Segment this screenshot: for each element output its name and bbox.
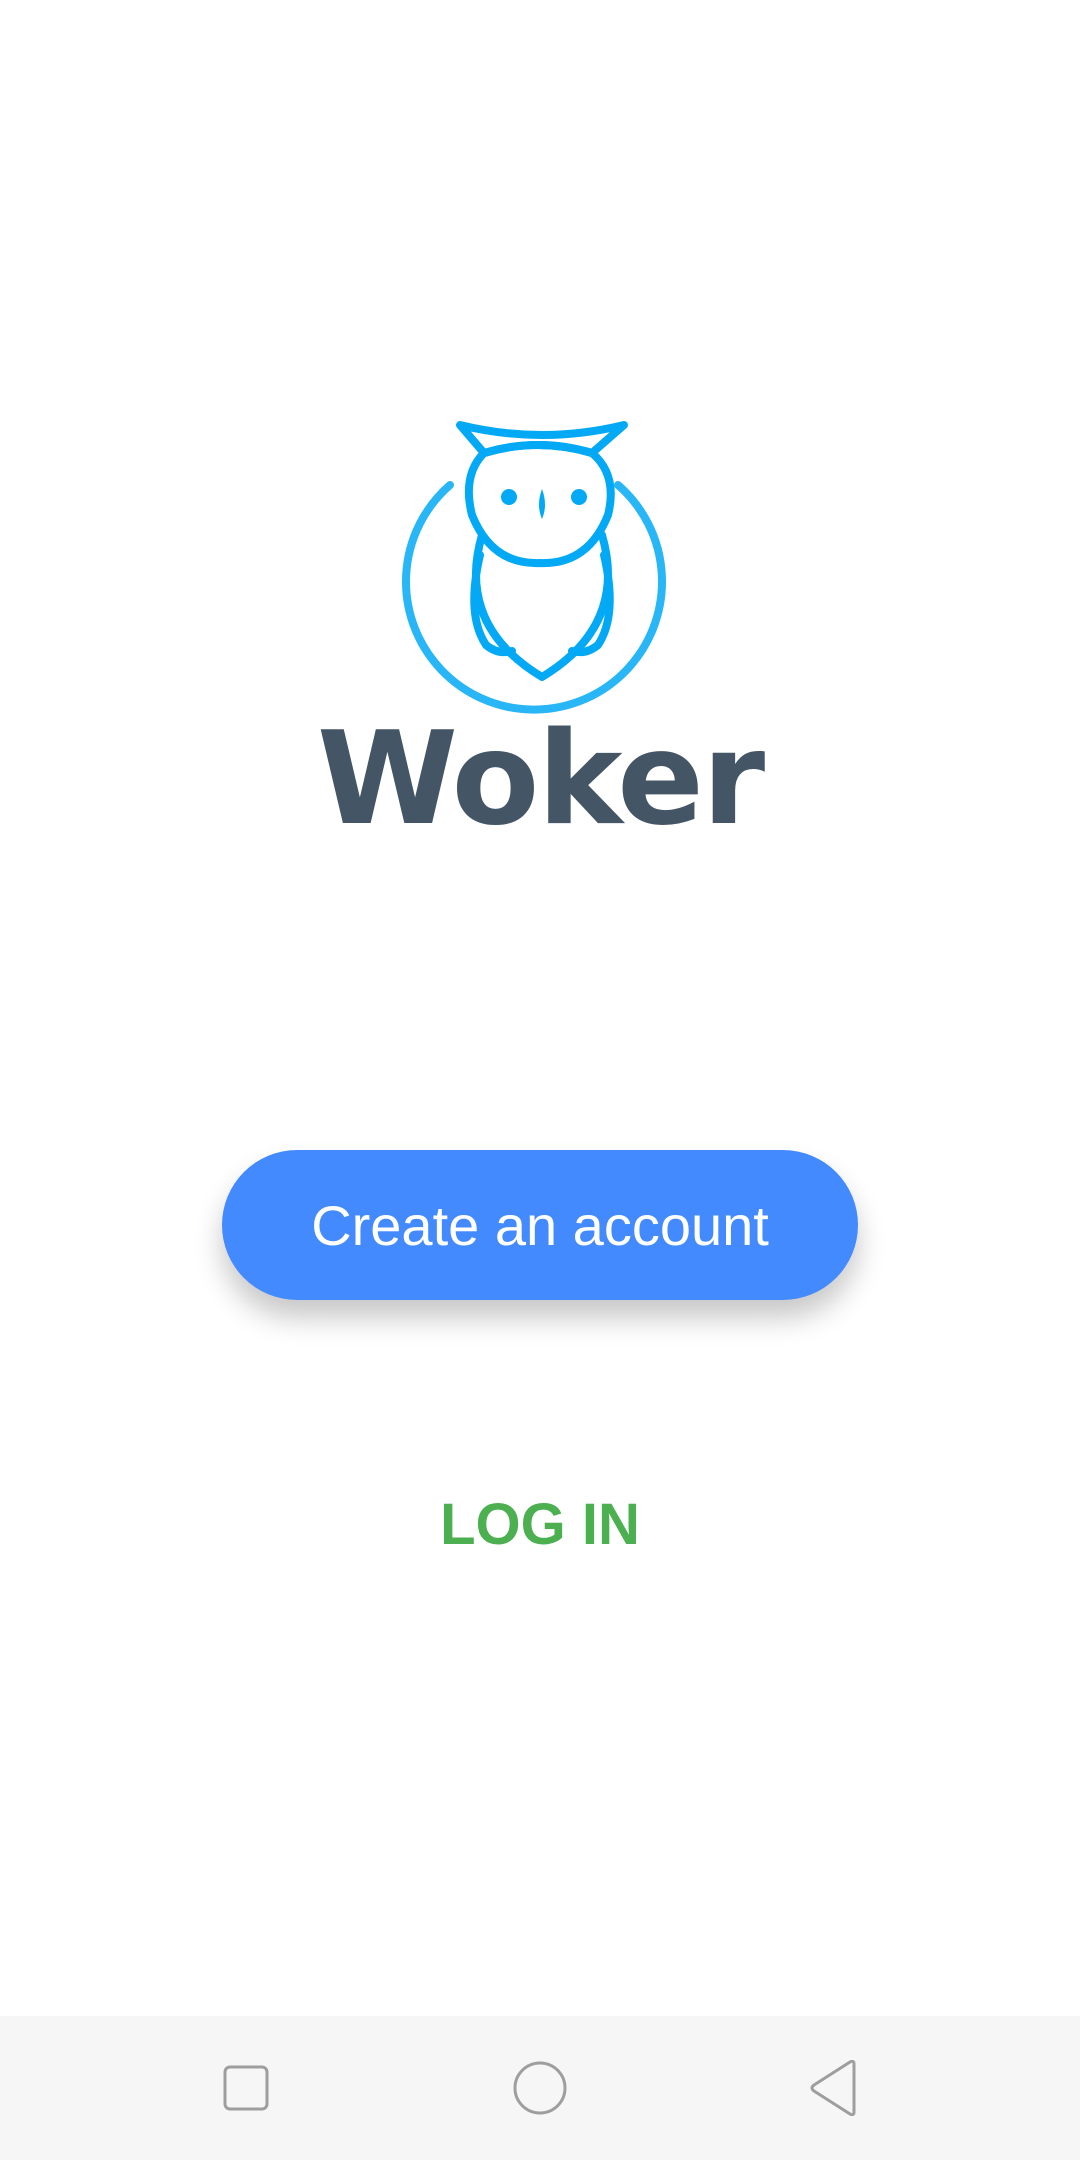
owl-logo-icon — [402, 415, 678, 715]
system-navigation-bar — [0, 2016, 1080, 2160]
recent-apps-button[interactable] — [196, 2038, 296, 2138]
app-name: Woker — [316, 705, 765, 854]
welcome-screen: Woker Create an account LOG IN — [0, 0, 1080, 2160]
create-account-button[interactable]: Create an account — [222, 1150, 858, 1300]
square-icon — [223, 2065, 269, 2111]
home-button[interactable] — [490, 2038, 590, 2138]
back-button[interactable] — [784, 2038, 884, 2138]
triangle-back-icon — [810, 2060, 856, 2116]
circle-icon — [513, 2061, 567, 2115]
login-button[interactable]: LOG IN — [340, 1480, 740, 1570]
